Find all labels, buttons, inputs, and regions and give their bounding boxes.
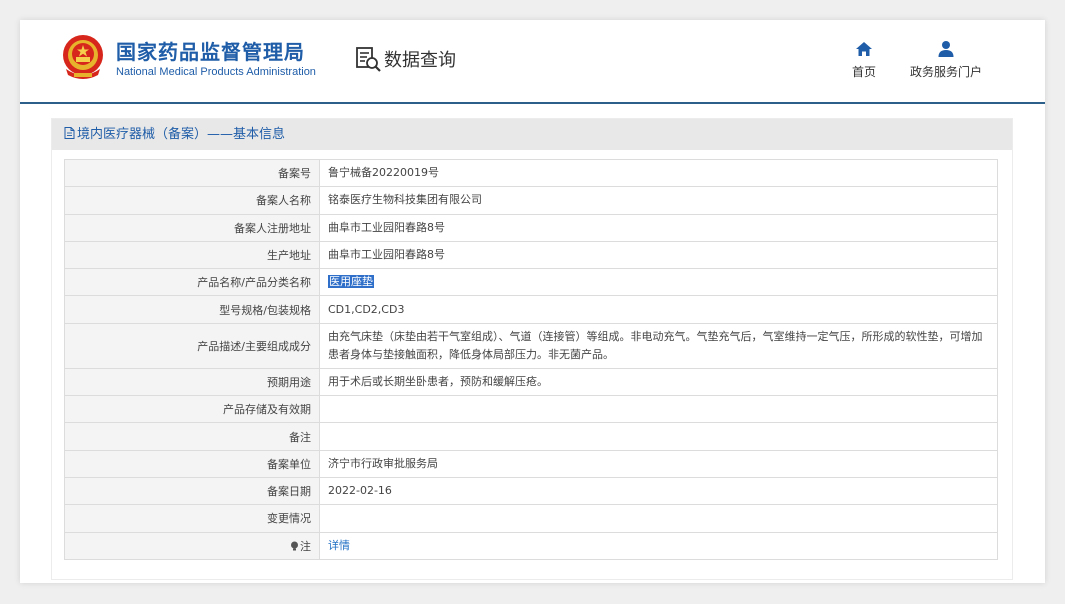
field-value: 曲阜市工业园阳春路8号	[319, 213, 998, 242]
national-emblem-icon	[63, 35, 103, 79]
field-label: 备注	[64, 422, 320, 451]
field-label: 产品存储及有效期	[64, 395, 320, 424]
data-query-label: 数据查询	[384, 50, 456, 71]
field-value: 2022-02-16	[319, 476, 998, 506]
field-value-cell: 医用座垫	[319, 268, 998, 297]
field-value	[319, 395, 998, 424]
nav-home-label: 首页	[851, 65, 876, 79]
field-label: 产品描述/主要组成成分	[64, 322, 320, 369]
field-value	[319, 422, 998, 451]
table-row: 注 详情	[64, 531, 998, 560]
info-panel: 境内医疗器械（备案）——基本信息 备案号 鲁宁械备20220019号 备案人名称…	[51, 118, 1013, 580]
field-value: 济宁市行政审批服务局	[319, 449, 998, 478]
field-label: 备案人注册地址	[64, 213, 320, 242]
field-label: 备案人名称	[64, 186, 320, 215]
field-label: 注	[300, 539, 311, 553]
table-row: 备案单位 济宁市行政审批服务局	[64, 449, 998, 478]
nav-portal-button[interactable]: 政务服务门户	[908, 40, 984, 80]
org-name-en: National Medical Products Administration	[116, 66, 316, 78]
field-value-cell: 详情	[319, 531, 998, 560]
field-value: 由充气床垫（床垫由若干气室组成）、气道（连接管）等组成。非电动充气。气垫充气后，…	[319, 322, 998, 369]
field-label: 备案日期	[64, 476, 320, 506]
field-label: 预期用途	[64, 367, 320, 397]
field-label: 型号规格/包装规格	[64, 295, 320, 324]
field-value: 铭泰医疗生物科技集团有限公司	[319, 186, 998, 215]
table-row: 备注	[64, 422, 998, 451]
info-table: 备案号 鲁宁械备20220019号 备案人名称 铭泰医疗生物科技集团有限公司 备…	[64, 158, 998, 560]
field-value: 用于术后或长期坐卧患者，预防和缓解压疮。	[319, 367, 998, 397]
field-label: 变更情况	[64, 504, 320, 533]
panel-title: 境内医疗器械（备案）——基本信息	[77, 127, 286, 142]
note-label-cell: 注	[64, 531, 320, 560]
field-label: 备案号	[64, 158, 320, 188]
table-row: 备案人注册地址 曲阜市工业园阳春路8号	[64, 213, 998, 242]
site-header: 国家药品监督管理局 National Medical Products Admi…	[20, 20, 1045, 104]
table-row: 生产地址 曲阜市工业园阳春路8号	[64, 240, 998, 270]
nav-home-button[interactable]: 首页	[846, 40, 882, 80]
table-row: 产品名称/产品分类名称 医用座垫	[64, 268, 998, 297]
table-row: 产品存储及有效期	[64, 395, 998, 424]
table-row: 备案号 鲁宁械备20220019号	[64, 158, 998, 188]
field-value: 曲阜市工业园阳春路8号	[319, 240, 998, 270]
document-search-icon	[356, 47, 381, 72]
user-icon	[938, 41, 954, 57]
data-query-title: 数据查询	[354, 44, 456, 74]
home-icon	[856, 42, 872, 56]
document-icon	[64, 127, 75, 139]
field-label: 备案单位	[64, 449, 320, 478]
table-row: 备案人名称 铭泰医疗生物科技集团有限公司	[64, 186, 998, 215]
details-link[interactable]: 详情	[328, 539, 350, 552]
field-value	[319, 504, 998, 533]
page-card: 国家药品监督管理局 National Medical Products Admi…	[20, 20, 1045, 583]
table-row: 备案日期 2022-02-16	[64, 476, 998, 506]
field-label: 生产地址	[64, 240, 320, 270]
field-value: CD1,CD2,CD3	[319, 295, 998, 324]
org-name-cn: 国家药品监督管理局	[116, 40, 305, 64]
field-value: 鲁宁械备20220019号	[319, 158, 998, 188]
table-row: 预期用途 用于术后或长期坐卧患者，预防和缓解压疮。	[64, 367, 998, 397]
table-row: 型号规格/包装规格 CD1,CD2,CD3	[64, 295, 998, 324]
selected-product-name[interactable]: 医用座垫	[328, 275, 374, 289]
nav-portal-label: 政务服务门户	[909, 65, 982, 79]
table-row: 变更情况	[64, 504, 998, 533]
field-label: 产品名称/产品分类名称	[64, 268, 320, 297]
table-row: 产品描述/主要组成成分 由充气床垫（床垫由若干气室组成）、气道（连接管）等组成。…	[64, 322, 998, 369]
panel-header: 境内医疗器械（备案）——基本信息	[52, 119, 1012, 150]
lightbulb-icon	[291, 541, 298, 551]
